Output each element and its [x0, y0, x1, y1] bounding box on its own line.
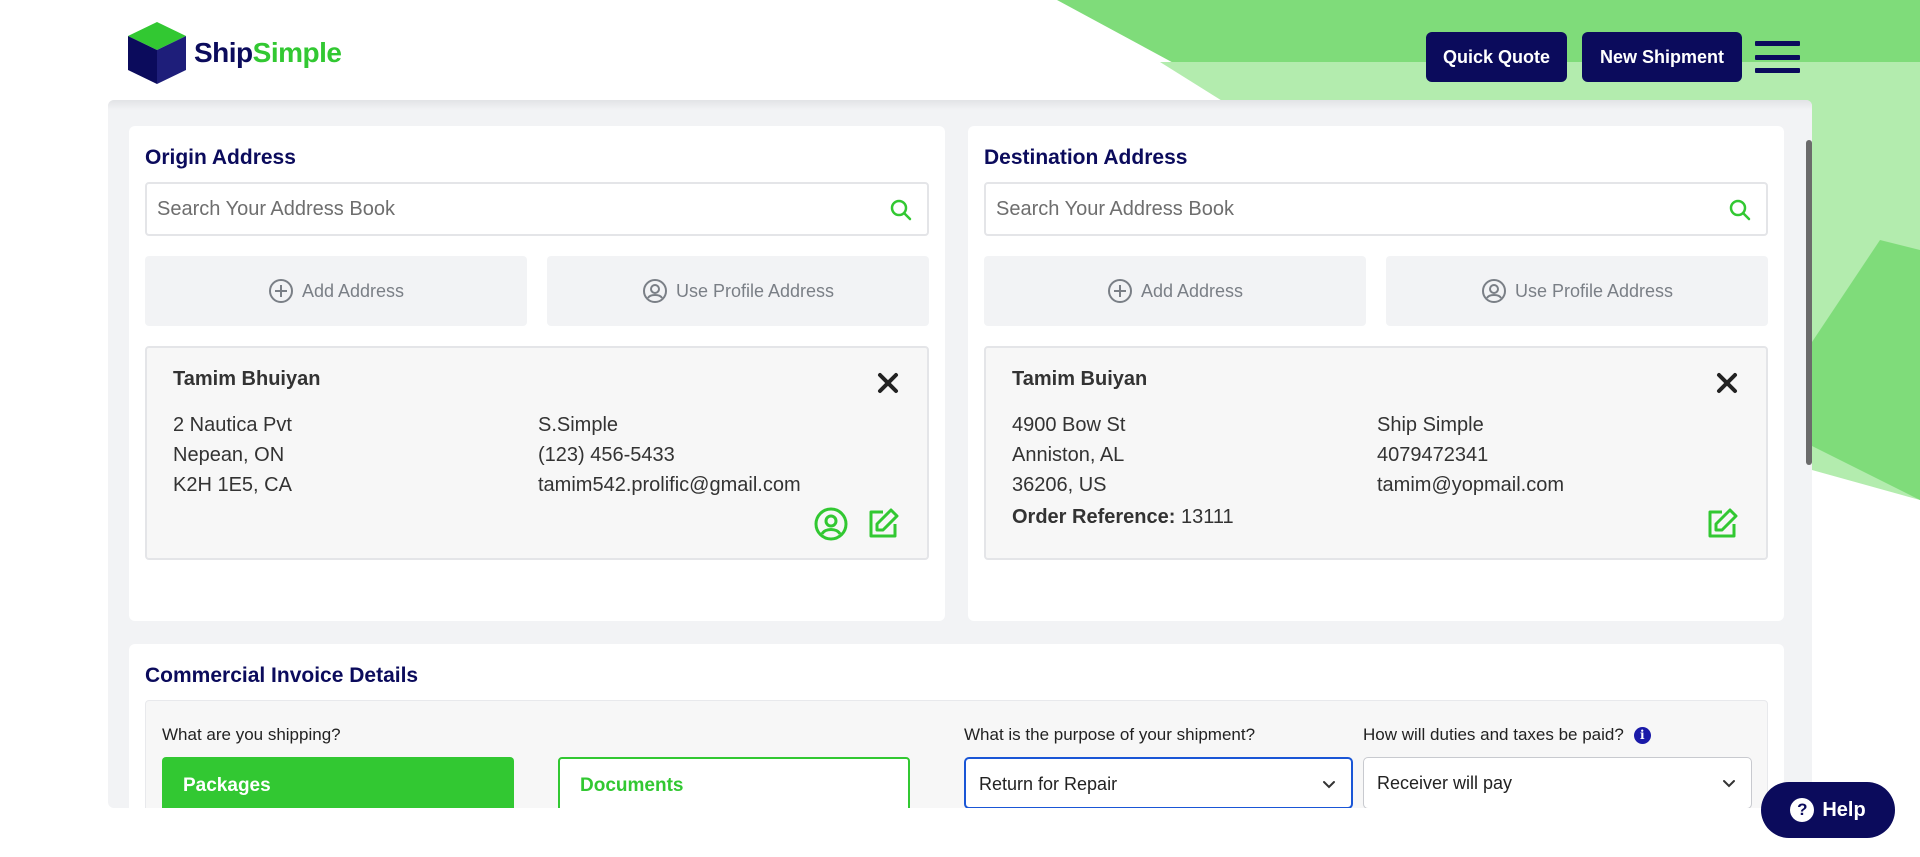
purpose-value: Return for Repair: [979, 774, 1118, 794]
plus-circle-icon: [1107, 279, 1132, 303]
logo-text: ShipSimple: [194, 37, 342, 69]
edit-icon[interactable]: [1704, 506, 1740, 542]
origin-street: 2 Nautica Pvt: [173, 414, 292, 436]
purpose-question: What is the purpose of your shipment?: [964, 725, 1256, 744]
user-circle-icon: [642, 279, 667, 303]
use-profile-label: Use Profile Address: [1514, 280, 1674, 301]
chevron-down-icon: [1323, 781, 1335, 789]
order-reference: Order Reference: 13111: [1012, 506, 1234, 529]
help-button[interactable]: ? Help: [1761, 782, 1895, 838]
new-shipment-button[interactable]: New Shipment: [1582, 32, 1742, 82]
purpose-select[interactable]: Return for Repair: [964, 757, 1353, 808]
user-circle-icon[interactable]: [813, 506, 849, 542]
logo[interactable]: ShipSimple: [126, 20, 342, 86]
plus-circle-icon: [268, 279, 293, 303]
close-icon[interactable]: [1714, 370, 1740, 396]
destination-city: Anniston, AL: [1012, 444, 1125, 466]
origin-address-lines: 2 Nautica Pvt Nepean, ON K2H 1E5, CA: [173, 410, 292, 500]
destination-address-details: Tamim Buiyan 4900 Bow St Anniston, AL 36…: [984, 346, 1768, 560]
info-icon[interactable]: i: [1633, 726, 1651, 744]
add-address-label: Add Address: [1140, 280, 1244, 301]
origin-search-box: [145, 182, 929, 236]
destination-search-box: [984, 182, 1768, 236]
origin-search-input[interactable]: [147, 184, 847, 234]
order-reference-value: 13111: [1180, 506, 1234, 528]
origin-use-profile-button[interactable]: Use Profile Address: [547, 256, 929, 326]
commercial-invoice-card: Commercial Invoice Details What are you …: [129, 644, 1784, 808]
user-circle-icon: [1481, 279, 1506, 303]
main-panel: Origin Address Add Address Use Profile A…: [108, 100, 1812, 808]
search-icon[interactable]: [889, 198, 913, 222]
add-address-label: Add Address: [301, 280, 405, 301]
origin-contact-name: Tamim Bhuiyan: [173, 368, 321, 390]
origin-city: Nepean, ON: [173, 444, 285, 466]
destination-phone: 4079472341: [1377, 444, 1489, 466]
origin-title: Origin Address: [145, 146, 296, 169]
quick-quote-button[interactable]: Quick Quote: [1426, 32, 1567, 82]
destination-email: tamim@yopmail.com: [1377, 474, 1565, 496]
origin-email: tamim542.prolific@gmail.com: [538, 474, 801, 496]
top-header: ShipSimple Quick Quote New Shipment: [0, 0, 1920, 100]
destination-title: Destination Address: [984, 146, 1188, 169]
origin-contact-lines: S.Simple (123) 456-5433 tamim542.prolifi…: [538, 410, 801, 500]
origin-address-details: Tamim Bhuiyan 2 Nautica Pvt Nepean, ON K…: [145, 346, 929, 560]
use-profile-label: Use Profile Address: [675, 280, 835, 301]
destination-search-input[interactable]: [986, 184, 1686, 234]
origin-postal: K2H 1E5, CA: [173, 474, 292, 496]
origin-add-address-button[interactable]: Add Address: [145, 256, 527, 326]
top-divider: [108, 100, 1812, 110]
logo-simple-text: Simple: [252, 37, 342, 68]
destination-company: Ship Simple: [1377, 414, 1484, 436]
origin-address-card: Origin Address Add Address Use Profile A…: [129, 126, 945, 621]
close-icon[interactable]: [875, 370, 901, 396]
order-reference-label: Order Reference:: [1012, 506, 1176, 528]
destination-address-card: Destination Address Add Address Use Prof…: [968, 126, 1784, 621]
logo-cube-icon: [128, 22, 186, 84]
origin-address-actions: [813, 506, 901, 542]
help-label: Help: [1822, 798, 1866, 821]
duties-select[interactable]: Receiver will pay: [1363, 757, 1752, 808]
help-icon: ?: [1790, 798, 1815, 822]
scrollbar[interactable]: [1806, 140, 1812, 465]
destination-contact-name: Tamim Buiyan: [1012, 368, 1148, 390]
shipping-question: What are you shipping?: [162, 725, 341, 744]
invoice-title: Commercial Invoice Details: [145, 664, 419, 687]
destination-street: 4900 Bow St: [1012, 414, 1126, 436]
origin-company: S.Simple: [538, 414, 619, 436]
origin-phone: (123) 456-5433: [538, 444, 675, 466]
destination-postal: 36206, US: [1012, 474, 1107, 496]
documents-option[interactable]: Documents: [558, 757, 910, 808]
destination-address-actions: [1704, 506, 1740, 542]
destination-address-lines: 4900 Bow St Anniston, AL 36206, US: [1012, 410, 1125, 500]
destination-use-profile-button[interactable]: Use Profile Address: [1386, 256, 1768, 326]
menu-icon[interactable]: [1755, 41, 1800, 73]
logo-ship-text: Ship: [194, 37, 253, 68]
invoice-form: What are you shipping? Packages Document…: [145, 700, 1768, 808]
search-icon[interactable]: [1728, 198, 1752, 222]
edit-icon[interactable]: [865, 506, 901, 542]
duties-value: Receiver will pay: [1377, 773, 1513, 793]
duties-question: How will duties and taxes be paid?: [1363, 725, 1624, 744]
destination-contact-lines: Ship Simple 4079472341 tamim@yopmail.com: [1377, 410, 1564, 500]
chevron-down-icon: [1723, 780, 1735, 788]
duties-question-row: How will duties and taxes be paid? i: [1363, 725, 1651, 745]
packages-option[interactable]: Packages: [162, 757, 514, 808]
destination-add-address-button[interactable]: Add Address: [984, 256, 1366, 326]
